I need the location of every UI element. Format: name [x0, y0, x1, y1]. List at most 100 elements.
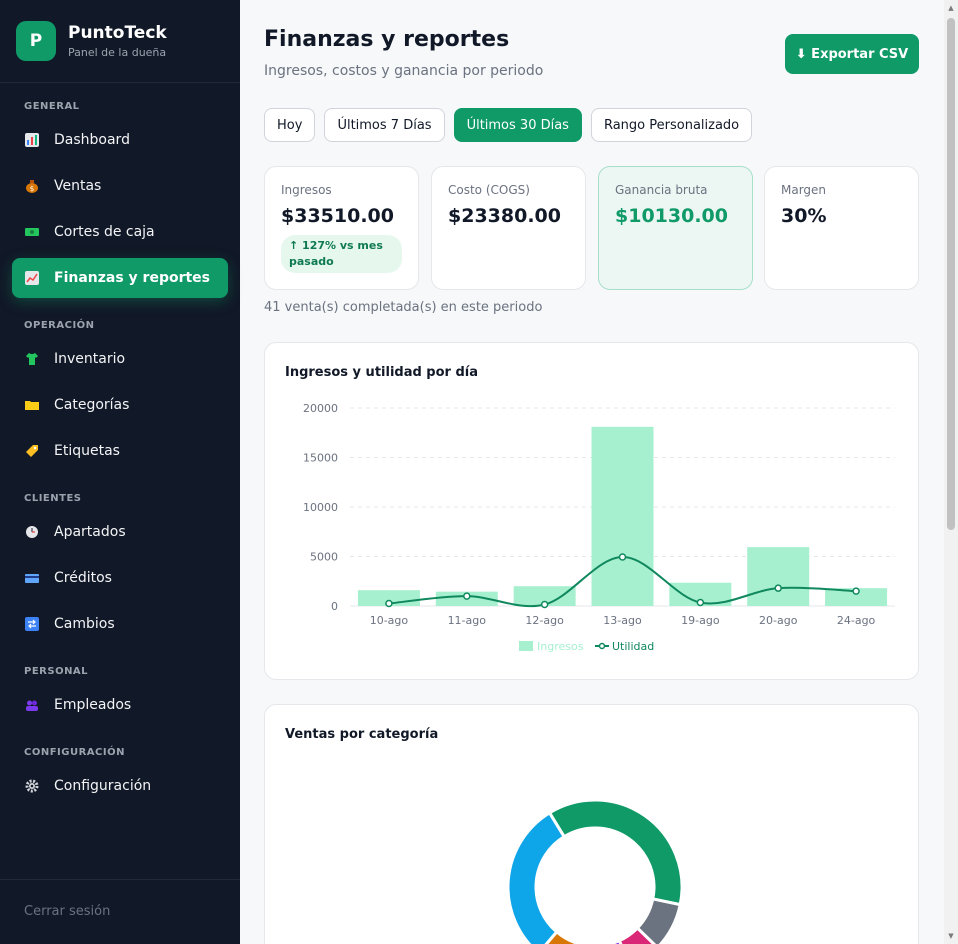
point-utilidad[interactable]	[385, 599, 393, 608]
income-chart: 0 5000 10000 15000 20000 10-ago 11-ago 12-ago 13…	[303, 402, 895, 653]
point-utilidad[interactable]	[852, 587, 860, 595]
page-subtitle: Ingresos, costos y ganancia por periodo	[264, 63, 544, 79]
brand-subtitle: Panel de la dueña	[68, 46, 167, 59]
section-configuracion: CONFIGURACIÓN	[24, 747, 125, 758]
kpi-label: Margen	[781, 183, 827, 197]
trend-badge: ↑ 127% vs mes pasado	[281, 235, 402, 273]
section-general: GENERAL	[24, 101, 80, 112]
kpi-value: $10130.00	[615, 205, 728, 227]
donut-slice[interactable]	[547, 798, 684, 907]
brand: P PuntoTeck Panel de la dueña	[0, 0, 240, 83]
point-utilidad[interactable]	[540, 600, 549, 609]
kpi-label: Ingresos	[281, 183, 332, 197]
category-chart-card: Ventas por categoría	[264, 704, 919, 944]
export-csv-button[interactable]: ⬇ Exportar CSV	[785, 34, 919, 74]
kpi-ingresos: Ingresos $33510.00 ↑ 127% vs mes pasado	[264, 166, 419, 290]
sidebar-item-label: Configuración	[54, 778, 152, 794]
sidebar-item-dashboard[interactable]: Dashboard	[12, 120, 228, 160]
y-tick-label: 20000	[303, 402, 338, 415]
y-tick-label: 10000	[303, 501, 338, 514]
legend-swatch-ingresos	[519, 641, 533, 651]
shirt-icon	[24, 351, 40, 367]
sidebar-item-label: Categorías	[54, 397, 130, 413]
y-tick-label: 0	[331, 600, 338, 613]
sidebar-item-etiquetas[interactable]: Etiquetas	[12, 431, 228, 471]
main-content: Finanzas y reportes Ingresos, costos y g…	[240, 0, 944, 944]
exchange-icon	[24, 616, 40, 632]
x-tick-label: 12-ago	[525, 614, 564, 627]
kpi-label: Costo (COGS)	[448, 183, 530, 197]
category-donut-chart	[506, 798, 684, 944]
kpi-label: Ganancia bruta	[615, 183, 708, 197]
page-title: Finanzas y reportes	[264, 27, 510, 52]
x-tick-label: 19-ago	[681, 614, 720, 627]
page-scrollbar[interactable]: ▲ ▼	[944, 0, 958, 944]
money-bag-icon: $	[24, 178, 40, 194]
sidebar: P PuntoTeck Panel de la dueña GENERAL Da…	[0, 0, 240, 944]
sidebar-item-empleados[interactable]: Empleados	[12, 685, 228, 725]
sidebar-item-ventas[interactable]: $ Ventas	[12, 166, 228, 206]
x-tick-label: 24-ago	[837, 614, 876, 627]
bar-chart-icon	[24, 132, 40, 148]
point-utilidad[interactable]	[463, 592, 471, 600]
kpi-value: 30%	[781, 205, 827, 227]
point-utilidad[interactable]	[618, 553, 627, 561]
sales-count-note: 41 venta(s) completada(s) en este period…	[264, 300, 543, 315]
tab-30-dias[interactable]: Últimos 30 Días	[453, 108, 582, 142]
sidebar-item-label: Finanzas y reportes	[54, 270, 211, 286]
sidebar-item-cambios[interactable]: Cambios	[12, 604, 228, 644]
tab-7-dias[interactable]: Últimos 7 Días	[324, 108, 445, 142]
period-tabs: Hoy Últimos 7 Días Últimos 30 Días Rango…	[264, 108, 753, 142]
bar-ingresos[interactable]	[747, 547, 810, 606]
sidebar-item-finanzas[interactable]: Finanzas y reportes	[12, 258, 228, 298]
legend-label-ingresos[interactable]: Ingresos	[537, 640, 584, 653]
legend-marker-utilidad	[598, 642, 606, 650]
bar-ingresos[interactable]	[591, 426, 654, 606]
y-tick-label: 5000	[310, 551, 338, 564]
credit-card-icon	[24, 570, 40, 586]
trend-chart-icon	[24, 270, 40, 286]
kpi-ganancia: Ganancia bruta $10130.00	[598, 166, 753, 290]
point-utilidad[interactable]	[696, 598, 705, 607]
sidebar-item-configuracion[interactable]: Configuración	[12, 766, 228, 806]
gear-icon	[24, 778, 40, 794]
logout-link[interactable]: Cerrar sesión	[0, 879, 240, 944]
sidebar-item-label: Cambios	[54, 616, 115, 632]
sidebar-item-label: Dashboard	[54, 132, 130, 148]
kpi-value: $33510.00	[281, 205, 394, 227]
x-tick-label: 11-ago	[448, 614, 487, 627]
brand-logo: P	[16, 21, 56, 61]
donut-slice[interactable]	[506, 810, 567, 944]
kpi-value: $23380.00	[448, 205, 561, 227]
sidebar-item-categorias[interactable]: Categorías	[12, 385, 228, 425]
sidebar-item-label: Créditos	[54, 570, 112, 586]
scroll-down-icon[interactable]: ▼	[947, 932, 955, 940]
section-clientes: CLIENTES	[24, 493, 82, 504]
sidebar-item-creditos[interactable]: Créditos	[12, 558, 228, 598]
sidebar-item-label: Ventas	[54, 178, 102, 194]
sidebar-item-inventario[interactable]: Inventario	[12, 339, 228, 379]
svg-text:$: $	[30, 185, 34, 193]
sidebar-item-label: Etiquetas	[54, 443, 120, 459]
point-utilidad[interactable]	[774, 584, 782, 592]
tab-rango-personalizado[interactable]: Rango Personalizado	[590, 108, 753, 142]
people-icon	[24, 697, 40, 713]
y-tick-label: 15000	[303, 452, 338, 465]
kpi-margen: Margen 30%	[764, 166, 919, 290]
scroll-up-icon[interactable]: ▲	[947, 4, 955, 12]
cash-icon	[24, 224, 40, 240]
sidebar-item-label: Empleados	[54, 697, 132, 713]
sidebar-item-label: Cortes de caja	[54, 224, 155, 240]
x-tick-label: 20-ago	[759, 614, 798, 627]
legend-label-utilidad[interactable]: Utilidad	[612, 640, 654, 653]
tab-hoy[interactable]: Hoy	[264, 108, 316, 142]
brand-name: PuntoTeck	[68, 23, 167, 43]
scroll-thumb[interactable]	[947, 18, 955, 530]
folder-icon	[24, 397, 40, 413]
income-chart-card: Ingresos y utilidad por día 0 5000 10000 15…	[264, 342, 919, 680]
section-operacion: OPERACIÓN	[24, 320, 95, 331]
sidebar-item-apartados[interactable]: Apartados	[12, 512, 228, 552]
kpi-costo: Costo (COGS) $23380.00	[431, 166, 586, 290]
x-tick-label: 10-ago	[370, 614, 409, 627]
sidebar-item-cortes[interactable]: Cortes de caja	[12, 212, 228, 252]
